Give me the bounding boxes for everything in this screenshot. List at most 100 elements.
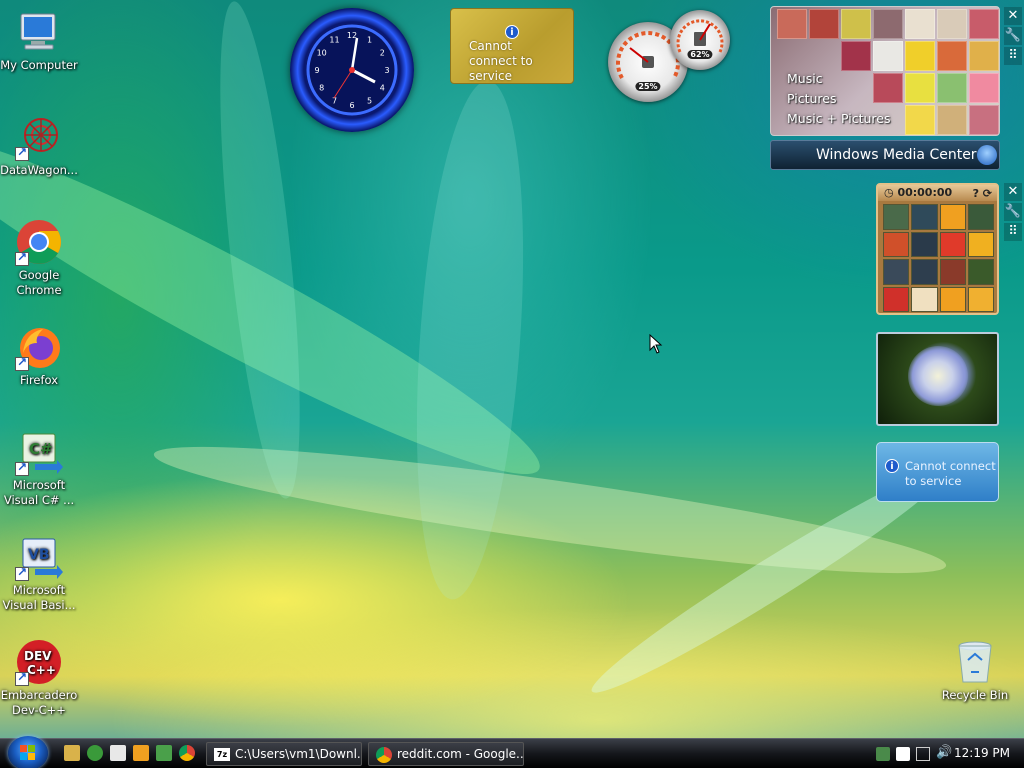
drag-handle-icon[interactable]: ⠿ bbox=[1004, 223, 1022, 241]
wrench-icon[interactable]: 🔧 bbox=[1004, 203, 1022, 221]
picture-puzzle-gadget[interactable]: ◷ 00:00:00 ? ⟳ bbox=[876, 183, 999, 315]
media-center-brand-bar[interactable]: Windows Media Center bbox=[770, 140, 1000, 170]
quick-launch-explorer-icon[interactable] bbox=[64, 745, 80, 761]
info-icon: i bbox=[505, 25, 519, 39]
desktop-icon-label: DataWagon... bbox=[0, 163, 78, 177]
shuffle-icon[interactable]: ⟳ bbox=[983, 186, 992, 201]
gadget-toolbar-media-center: ✕ 🔧 ⠿ bbox=[1004, 7, 1022, 67]
desktop-icon-label: Microsoft Visual Basi... bbox=[2, 583, 76, 612]
taskbar-clock[interactable]: 12:19 PM bbox=[954, 746, 1010, 760]
clock-numeral: 2 bbox=[380, 49, 385, 58]
computer-icon bbox=[15, 8, 63, 56]
cpu-meter-gadget[interactable]: 25% 62% bbox=[606, 8, 736, 108]
shortcut-arrow-icon bbox=[15, 670, 29, 686]
weather-message: Cannot connect to service bbox=[469, 39, 533, 83]
media-center-item-pictures[interactable]: Pictures bbox=[787, 89, 891, 109]
wrench-icon[interactable]: 🔧 bbox=[1004, 27, 1022, 45]
info-icon: i bbox=[885, 459, 899, 473]
svg-text:C#: C# bbox=[29, 440, 53, 458]
shortcut-arrow-icon bbox=[15, 250, 29, 266]
datawagon-icon bbox=[15, 113, 63, 161]
puzzle-timer-icon: ◷ bbox=[884, 186, 898, 199]
dev-cpp-icon: DEV C++ bbox=[15, 638, 63, 686]
cpu-value: 25% bbox=[635, 82, 661, 91]
shortcut-arrow-icon bbox=[15, 460, 29, 476]
chrome-icon bbox=[15, 218, 63, 266]
visual-csharp-icon: C# bbox=[15, 428, 63, 476]
quick-launch-visual-csharp-icon[interactable] bbox=[156, 745, 172, 761]
desktop-icon-visual-csharp[interactable]: C# Microsoft Visual C# ... bbox=[0, 428, 79, 508]
desktop-icon-label: Microsoft Visual C# ... bbox=[3, 478, 75, 507]
clock-numeral: 5 bbox=[367, 96, 372, 105]
security-alert-icon[interactable] bbox=[896, 747, 910, 761]
windows-logo-icon bbox=[20, 745, 35, 760]
clock-numeral: 1 bbox=[367, 36, 372, 45]
svg-text:VB: VB bbox=[28, 547, 50, 563]
mouse-cursor-icon bbox=[649, 334, 663, 354]
puzzle-timer: 00:00:00 bbox=[897, 186, 953, 199]
quick-launch-media-icon[interactable] bbox=[87, 745, 103, 761]
desktop-icon-label: Google Chrome bbox=[16, 268, 62, 297]
taskbar-item-label: reddit.com - Google... bbox=[397, 747, 524, 761]
desktop-icon-label: Embarcadero Dev-C++ bbox=[0, 688, 78, 717]
taskbar-item-chrome[interactable]: reddit.com - Google... bbox=[368, 742, 524, 766]
7zip-icon: 7z bbox=[214, 748, 230, 761]
clock-face: 121234567891011 bbox=[306, 24, 398, 116]
clock-numeral: 9 bbox=[314, 66, 319, 75]
quick-launch-player-icon[interactable] bbox=[133, 745, 149, 761]
weather-gadget-small[interactable]: i Cannot connect to service bbox=[876, 442, 999, 502]
shortcut-arrow-icon bbox=[15, 355, 29, 371]
quick-launch-chrome-icon[interactable] bbox=[179, 745, 195, 761]
shortcut-arrow-icon bbox=[15, 565, 29, 581]
desktop-icon-label: Recycle Bin bbox=[941, 688, 1009, 702]
puzzle-header: ◷ 00:00:00 ? ⟳ bbox=[878, 185, 997, 201]
close-icon[interactable]: ✕ bbox=[1004, 183, 1022, 201]
volume-icon[interactable]: 🔊 bbox=[936, 745, 952, 760]
desktop-icon-label: Firefox bbox=[19, 373, 59, 387]
media-center-brand: Windows Media Center bbox=[816, 147, 977, 163]
desktop-icon-firefox[interactable]: Firefox bbox=[0, 323, 79, 388]
desktop-icon-label: My Computer bbox=[0, 58, 78, 72]
clock-numeral: 11 bbox=[329, 36, 339, 45]
flower-photo bbox=[908, 346, 968, 406]
clock-numeral: 6 bbox=[349, 101, 354, 110]
firefox-icon bbox=[15, 323, 63, 371]
visual-basic-icon: VB bbox=[15, 533, 63, 581]
clock-numeral: 8 bbox=[319, 84, 324, 93]
weather-gadget[interactable]: i Cannot connect to service bbox=[450, 8, 574, 84]
clock-gadget[interactable]: 12 1 2 3 4 5 6 7 8 9 10 11 bbox=[290, 8, 414, 132]
help-icon[interactable]: ? bbox=[973, 186, 979, 201]
media-center-menu: Music Pictures Music + Pictures bbox=[787, 69, 891, 129]
clock-numeral: 12 bbox=[347, 31, 357, 40]
recycle-bin-icon bbox=[951, 638, 999, 686]
media-center-item-music-pictures[interactable]: Music + Pictures bbox=[787, 109, 891, 129]
media-center-gadget[interactable]: Music Pictures Music + Pictures bbox=[770, 6, 1000, 136]
network-icon[interactable] bbox=[916, 747, 930, 761]
memory-value: 62% bbox=[687, 50, 713, 59]
weather-small-message: Cannot connect to service bbox=[905, 459, 996, 488]
taskbar: 7z C:\Users\vm1\Downl... reddit.com - Go… bbox=[0, 736, 1024, 768]
media-center-item-music[interactable]: Music bbox=[787, 69, 891, 89]
desktop-icon-datawagon[interactable]: DataWagon... bbox=[0, 113, 79, 178]
clock-numeral: 4 bbox=[380, 84, 385, 93]
chrome-icon bbox=[376, 747, 392, 763]
memory-gauge: 62% bbox=[670, 10, 730, 70]
gadget-toolbar-puzzle: ✕ 🔧 ⠿ bbox=[1004, 183, 1022, 243]
taskbar-item-7zip[interactable]: 7z C:\Users\vm1\Downl... bbox=[206, 742, 362, 766]
drag-handle-icon[interactable]: ⠿ bbox=[1004, 47, 1022, 65]
desktop-icon-recycle-bin[interactable]: Recycle Bin bbox=[935, 638, 1015, 703]
tray-network-app-icon[interactable] bbox=[876, 747, 890, 761]
shortcut-arrow-icon bbox=[15, 145, 29, 161]
desktop-icon-visual-basic[interactable]: VB Microsoft Visual Basi... bbox=[0, 533, 79, 613]
desktop-icon-google-chrome[interactable]: Google Chrome bbox=[0, 218, 79, 298]
quick-launch-notepad-icon[interactable] bbox=[110, 745, 126, 761]
clock-numeral: 3 bbox=[384, 66, 389, 75]
desktop-icon-dev-cpp[interactable]: DEV C++ Embarcadero Dev-C++ bbox=[0, 638, 79, 718]
slideshow-gadget[interactable] bbox=[876, 332, 999, 426]
clock-numeral: 10 bbox=[317, 49, 327, 58]
start-button[interactable] bbox=[8, 736, 48, 768]
close-icon[interactable]: ✕ bbox=[1004, 7, 1022, 25]
desktop-icon-my-computer[interactable]: My Computer bbox=[0, 8, 79, 73]
windows-logo-icon bbox=[977, 145, 997, 165]
puzzle-grid[interactable] bbox=[883, 204, 994, 312]
